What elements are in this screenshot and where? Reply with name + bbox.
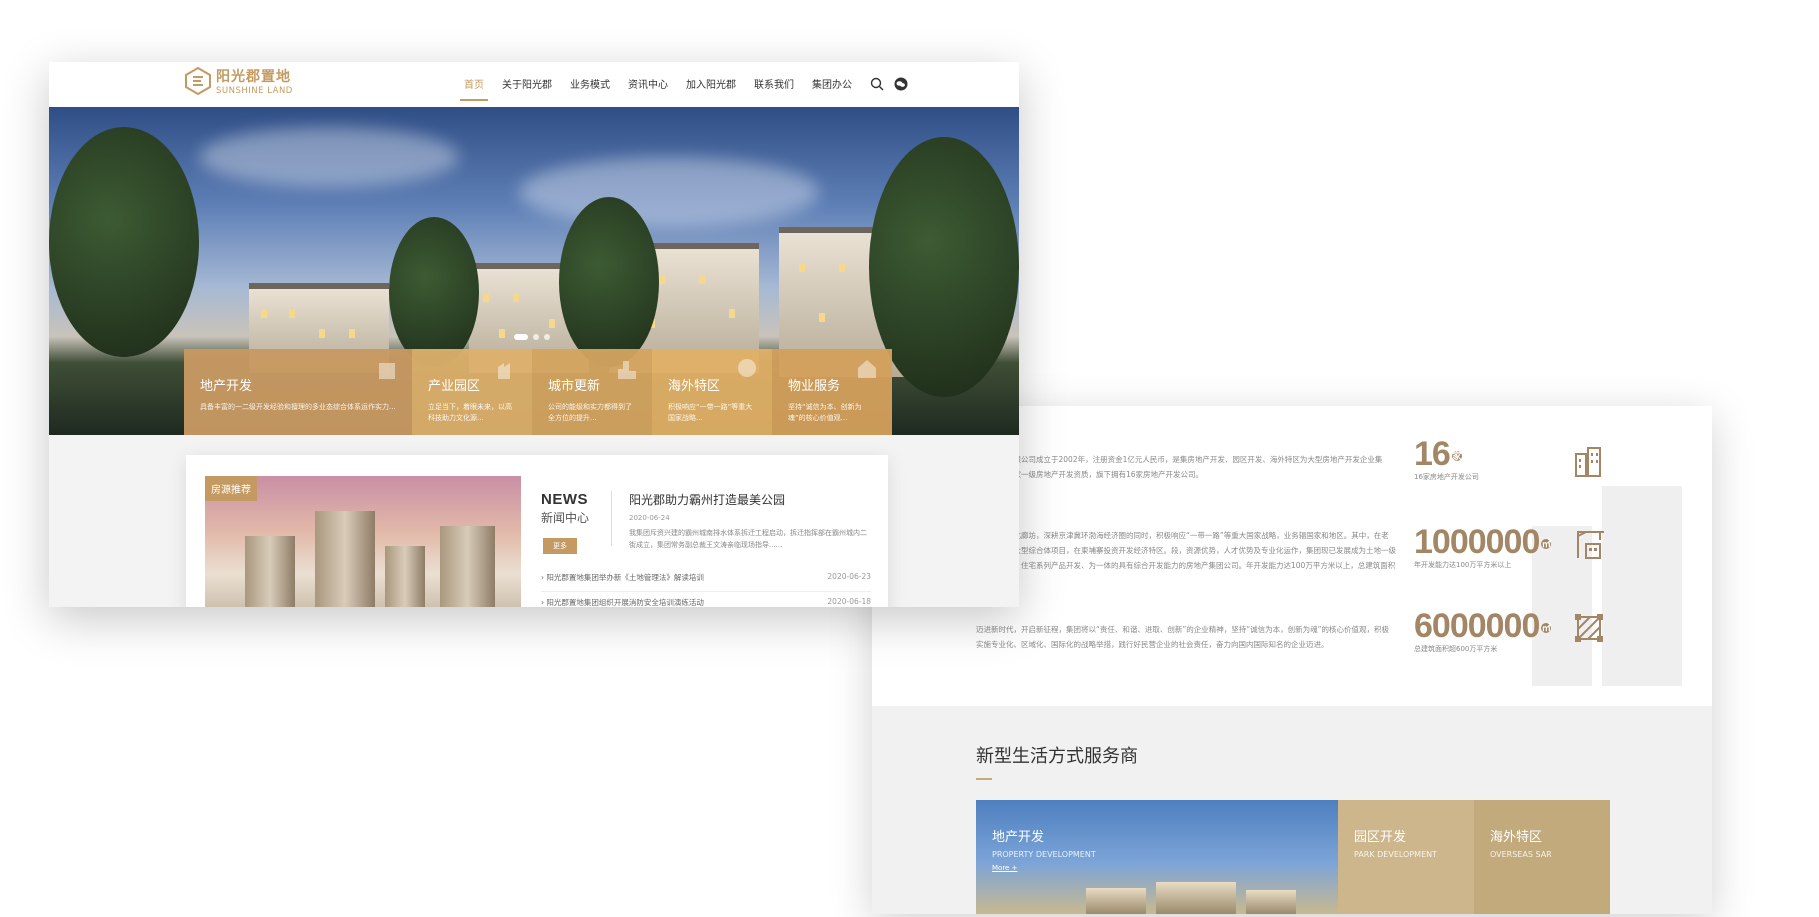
building-icon [1575,447,1601,477]
stat-companies: 16 家 16家房地产开发公司 [1414,436,1479,482]
stat-unit: ㎡ [1541,623,1552,634]
service-card-title: 地产开发 [992,830,1045,845]
news-heading-cn: 新闻中心 [541,511,590,525]
business-card-overseas[interactable]: 海外特区 积极响应“一带一路”等重大国家战略... [652,349,772,435]
building-image [1156,882,1236,914]
site-header: 阳光郡置地 SUNSHINE LAND 首页 关于阳光郡 业务模式 资讯中心 加… [49,62,1019,107]
carousel-dot[interactable] [533,334,539,340]
stat-unit: 家 [1451,451,1462,462]
tree [389,217,479,367]
building-image [1246,890,1296,914]
nav-news[interactable]: 资讯中心 [628,76,668,97]
more-button[interactable]: 更多 [543,538,577,554]
service-card-subtitle: OVERSEAS SAR [1490,850,1552,859]
divider [611,491,612,546]
carousel-dot[interactable] [514,334,528,340]
featured-news[interactable]: 阳光郡助力霸州打造最美公园 2020-06-24 我集团斥资兴建的霸州城南排水体… [629,491,869,551]
logo-text: 阳光郡置地 [216,69,291,85]
stat-desc: 16家房地产开发公司 [1414,473,1479,481]
more-link[interactable]: More + [992,864,1322,872]
search-icon[interactable] [870,77,884,91]
house-icon [858,360,876,378]
stat-number: 1000000 [1414,523,1540,561]
service-card-overseas[interactable]: 海外特区 OVERSEAS SAR [1474,800,1610,914]
service-card-title: 园区开发 [1354,830,1407,845]
stat-desc: 年开发能力达100万平方米以上 [1414,561,1512,569]
services-title: 新型生活方式服务商 [976,746,1138,767]
cloud [519,157,819,227]
service-card-title: 海外特区 [1490,830,1543,845]
about-paragraph: 迈进新时代，开启新征程，集团将以“责任、和谐、进取、创新”的企业精神，坚持“诚信… [976,625,1390,649]
services-cards: 地产开发 PROPERTY DEVELOPMENT More + 园区开发 PA… [976,800,1610,914]
business-card-property[interactable]: 地产开发 具备丰富的一二级开发经验和擅理的多业态综合体系运作实力... [184,349,412,435]
nav-join[interactable]: 加入阳光郡 [686,76,736,97]
news-item-title: › 阳光郡置地集团组织开展消防安全培训演练活动 [541,598,704,607]
factory-icon [498,363,510,379]
business-card-desc: 积极响应“一带一路”等重大国家战略... [668,403,753,422]
logo-subtext: SUNSHINE LAND [216,86,293,96]
business-card-desc: 公司的能级和实力都得到了全方位的提升... [548,403,632,422]
crane-icon [1577,531,1604,559]
stat-annual-capacity: 1000000 ㎡ 年开发能力达100万平方米以上 [1414,523,1552,570]
building-image [1086,888,1146,914]
wechat-icon[interactable] [894,77,908,91]
property-recommend-image[interactable]: 房源推荐 [205,476,521,607]
news-heading: NEWS 新闻中心 [541,491,589,526]
featured-news-date: 2020-06-24 [629,514,670,522]
service-card-subtitle: PARK DEVELOPMENT [1354,850,1437,859]
news-item-date: 2020-06-18 [827,597,871,606]
news-list-item[interactable]: › 阳光郡置地集团组织开展消防安全培训演练活动 2020-06-18 [541,592,871,607]
service-card-subtitle: PROPERTY DEVELOPMENT [992,850,1096,859]
stat-unit: ㎡ [1541,539,1552,550]
carousel-dots [514,334,550,340]
carousel-dot[interactable] [544,334,550,340]
news-list-item[interactable]: › 阳光郡置地集团举办新《土地管理法》解读培训 2020-06-23 [541,567,871,592]
business-cards: 地产开发 具备丰富的一二级开发经验和擅理的多业态综合体系运作实力... 产业园区… [184,349,892,435]
stat-total-area: 6000000 ㎡ 总建筑面积超600万平方米 [1414,607,1552,654]
featured-news-summary: 我集团斥资兴建的霸州城南排水体系拆迁工程启动，拆迁指挥部在霸州城内二街成立，集团… [629,529,867,549]
service-card-property[interactable]: 地产开发 PROPERTY DEVELOPMENT More + [976,800,1338,914]
cloud [199,127,459,187]
featured-news-title[interactable]: 阳光郡助力霸州打造最美公园 [629,491,869,508]
building-icon [379,363,395,379]
news-section: 房源推荐 NEWS 新闻中心 更多 阳光郡助力霸州打造最美公园 2020-06-… [186,455,888,607]
tower-image [245,536,295,607]
title-underline [976,778,992,780]
tree [49,127,199,357]
logo-hexagon-icon [185,67,211,95]
logo[interactable]: 阳光郡置地 SUNSHINE LAND [184,66,293,96]
tower-image [315,511,375,607]
business-card-title: 地产开发 [200,379,253,394]
news-item-date: 2020-06-23 [827,572,871,581]
stat-number: 16 [1414,435,1451,473]
service-card-park[interactable]: 园区开发 PARK DEVELOPMENT [1338,800,1474,914]
recommend-tag: 房源推荐 [205,476,257,501]
nav-business[interactable]: 业务模式 [570,76,610,97]
business-card-desc: 立足当下，着眼未来，以高科技助力文化源... [428,403,512,422]
business-card-property-service[interactable]: 物业服务 坚持“诚信为本、创新为魂”的核心价值观... [772,349,892,435]
about-paragraph: 部设立在河北廊坊，深耕京津冀环渤海经济圈的同时，积极响应“一带一路”等重大国家战… [976,531,1396,585]
home-page-screenshot: 阳光郡置地 SUNSHINE LAND 首页 关于阳光郡 业务模式 资讯中心 加… [49,62,1019,607]
nav-home[interactable]: 首页 [460,76,488,101]
tower-image [440,526,495,607]
business-card-renewal[interactable]: 城市更新 公司的能级和实力都得到了全方位的提升... [532,349,652,435]
stat-desc: 总建筑面积超600万平方米 [1414,645,1498,653]
globe-icon [738,359,756,377]
nav-contact[interactable]: 联系我们 [754,76,794,97]
news-heading-en: NEWS [541,491,588,508]
nav-about[interactable]: 关于阳光郡 [502,76,552,97]
about-paragraph: 置地集团有限公司成立于2002年，注册资金1亿元人民币，是集房地产开发、园区开发… [976,455,1383,479]
stat-number: 6000000 [1414,607,1540,645]
nav-office[interactable]: 集团办公 [812,76,852,97]
business-card-desc: 具备丰富的一二级开发经验和擅理的多业态综合体系运作实力... [200,403,396,411]
area-icon [1575,614,1603,642]
news-item-title: › 阳光郡置地集团举办新《土地管理法》解读培训 [541,573,704,582]
city-icon [618,361,636,379]
tower-image [385,546,425,607]
business-card-desc: 坚持“诚信为本、创新为魂”的核心价值观... [788,403,862,422]
news-list: › 阳光郡置地集团举办新《土地管理法》解读培训 2020-06-23 › 阳光郡… [541,567,871,607]
business-card-park[interactable]: 产业园区 立足当下，着眼未来，以高科技助力文化源... [412,349,532,435]
tree [559,197,659,367]
main-nav: 首页 关于阳光郡 业务模式 资讯中心 加入阳光郡 联系我们 集团办公 [460,76,908,101]
